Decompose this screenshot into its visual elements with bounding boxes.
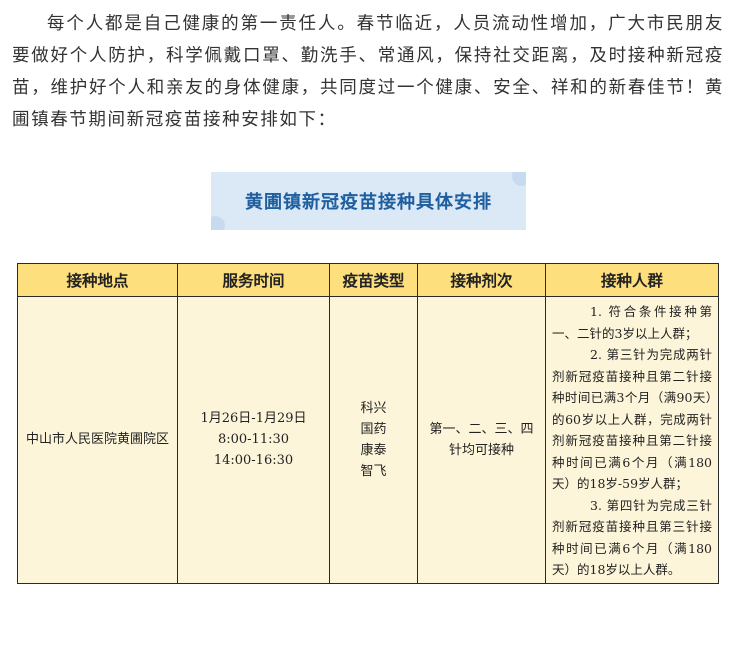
header-service-time: 服务时间	[177, 263, 330, 297]
vaccine-item: 智飞	[360, 463, 387, 479]
cell-location: 中山市人民医院黄圃院区	[17, 296, 178, 584]
intro-paragraph: 每个人都是自己健康的第一责任人。春节临近，人员流动性增加，广大市民朋友要做好个人…	[12, 14, 724, 130]
header-dose: 接种剂次	[417, 263, 546, 297]
header-target-group: 接种人群	[545, 263, 719, 297]
service-date: 1月26日-1月29日	[200, 411, 307, 427]
cell-dose: 第一、二、三、四针均可接种	[417, 296, 546, 584]
header-location: 接种地点	[17, 263, 178, 297]
vaccine-item: 康泰	[360, 442, 387, 458]
banner-title: 黄圃镇新冠疫苗接种具体安排	[245, 192, 492, 213]
table-header-row: 接种地点 服务时间 疫苗类型 接种剂次 接种人群	[17, 263, 719, 297]
table-row: 中山市人民医院黄圃院区 1月26日-1月29日 8:00-11:30 14:00…	[17, 296, 719, 584]
cell-vaccine-type: 科兴 国药 康泰 智飞	[329, 296, 418, 584]
header-vaccine-type: 疫苗类型	[329, 263, 418, 297]
schedule-banner: 黄圃镇新冠疫苗接种具体安排	[211, 172, 526, 230]
service-time-afternoon: 14:00-16:30	[213, 453, 294, 469]
vaccination-schedule-table: 接种地点 服务时间 疫苗类型 接种剂次 接种人群 中山市人民医院黄圃院区 1月2…	[17, 263, 719, 584]
service-time-morning: 8:00-11:30	[217, 432, 290, 448]
banner-decoration	[211, 216, 225, 230]
cell-target-group: 1. 符合条件接种第一、二针的3岁以上人群； 2. 第三针为完成两针剂新冠疫苗接…	[545, 296, 719, 584]
vaccine-item: 科兴	[360, 400, 387, 416]
group-item: 3. 第四针为完成三针剂新冠疫苗接种且第三针接种时间已满6个月（满180天）的1…	[552, 497, 712, 578]
group-item: 2. 第三针为完成两针剂新冠疫苗接种且第二针接种时间已满3个月（满90天）的60…	[552, 347, 712, 491]
group-item: 1. 符合条件接种第一、二针的3岁以上人群；	[552, 304, 712, 341]
banner-decoration	[512, 172, 526, 186]
cell-service-time: 1月26日-1月29日 8:00-11:30 14:00-16:30	[177, 296, 330, 584]
vaccine-item: 国药	[360, 421, 387, 437]
